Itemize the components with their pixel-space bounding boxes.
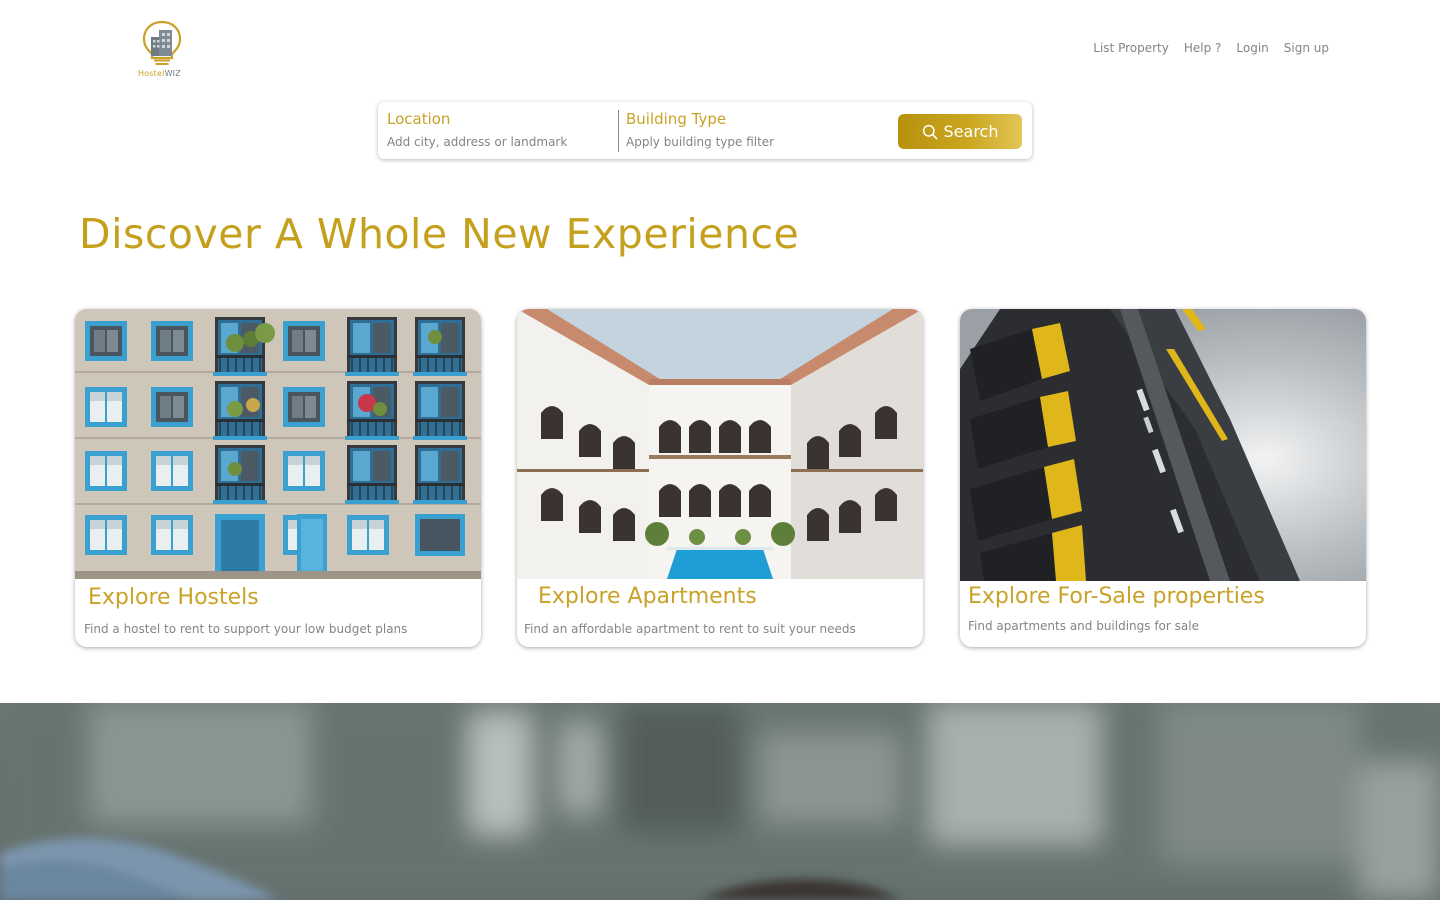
nav-login[interactable]: Login: [1236, 41, 1268, 55]
card-title: Explore For-Sale properties: [968, 584, 1265, 609]
lightbulb-building-icon: [142, 20, 182, 65]
hero-banner-image: [0, 703, 1440, 900]
card-title: Explore Hostels: [88, 585, 259, 610]
building-type-input[interactable]: [626, 135, 886, 149]
search-button-label: Search: [943, 122, 999, 141]
card-explore-apartments[interactable]: Explore Apartments Find an affordable ap…: [517, 309, 923, 647]
location-input[interactable]: [387, 135, 615, 149]
brand-name-part2: WIZ: [164, 69, 181, 78]
card-description: Find a hostel to rent to support your lo…: [84, 622, 408, 636]
hostel-building-image: [75, 309, 481, 579]
nav-sign-up[interactable]: Sign up: [1284, 41, 1329, 55]
search-button[interactable]: Search: [898, 114, 1022, 149]
card-description: Find an affordable apartment to rent to …: [524, 622, 856, 636]
brand-logo[interactable]: HostelWIZ: [136, 20, 188, 82]
field-divider: [618, 110, 619, 152]
card-explore-for-sale[interactable]: Explore For-Sale properties Find apartme…: [960, 309, 1366, 647]
nav-list-property[interactable]: List Property: [1093, 41, 1169, 55]
card-explore-hostels[interactable]: Explore Hostels Find a hostel to rent to…: [75, 309, 481, 647]
location-label: Location: [387, 110, 451, 128]
brand-name-part1: Hostel: [138, 69, 165, 78]
top-nav: List Property Help ? Login Sign up: [1093, 41, 1329, 55]
brand-wordmark: HostelWIZ: [138, 69, 181, 78]
page-headline: Discover A Whole New Experience: [79, 210, 800, 258]
card-title: Explore Apartments: [538, 584, 757, 609]
modern-building-image: [960, 309, 1366, 581]
building-type-label: Building Type: [626, 110, 727, 128]
card-description: Find apartments and buildings for sale: [968, 619, 1199, 633]
apartment-courtyard-image: [517, 309, 923, 579]
hero-photo: [0, 703, 1440, 900]
location-field: Location: [387, 109, 615, 150]
building-type-field: Building Type: [626, 109, 886, 150]
search-icon: [922, 124, 937, 139]
search-bar: Location Building Type Search: [378, 102, 1032, 159]
nav-help[interactable]: Help ?: [1184, 41, 1222, 55]
